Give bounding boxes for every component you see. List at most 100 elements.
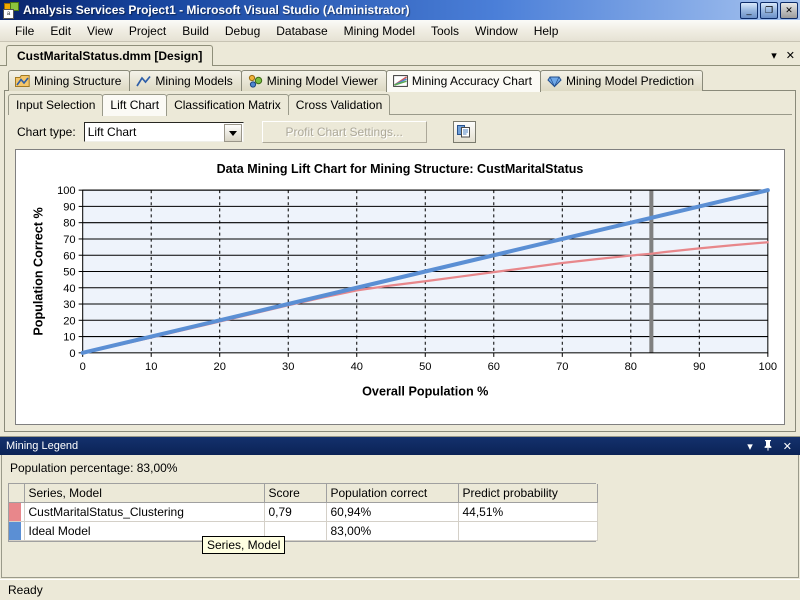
svg-text:80: 80 xyxy=(625,361,637,373)
tab-label: Mining Accuracy Chart xyxy=(411,74,532,88)
series-color-swatch xyxy=(9,521,25,541)
menu-item-project[interactable]: Project xyxy=(121,22,174,40)
subtab-cross-validation[interactable]: Cross Validation xyxy=(287,94,391,115)
mining-legend-pane: Mining Legend ▾ ✕ Population percentage:… xyxy=(0,436,800,579)
column-header-score[interactable]: Score xyxy=(264,484,327,503)
svg-text:60: 60 xyxy=(488,361,500,373)
mining-legend-controls: ▾ ✕ xyxy=(747,439,796,454)
tab-label: Mining Models xyxy=(155,74,233,88)
svg-text:Overall Population %: Overall Population % xyxy=(362,384,488,398)
copy-to-clipboard-button[interactable] xyxy=(452,121,476,143)
cell-series-model: CustMaritalStatus_Clustering xyxy=(24,502,265,522)
table-row[interactable]: CustMaritalStatus_Clustering 0,79 60,94%… xyxy=(9,502,598,522)
tab-label: Mining Structure xyxy=(34,74,122,88)
chart-toolbar: Chart type: Lift Chart Profit Chart Sett… xyxy=(5,115,795,149)
lift-chart-plot: 0 10 20 30 40 50 60 70 80 90 100 0 10 20 30 40 50 60 70 80 9… xyxy=(31,185,778,398)
svg-text:50: 50 xyxy=(63,267,75,279)
minimize-button[interactable]: _ xyxy=(740,1,758,19)
column-header-predict-probability[interactable]: Predict probability xyxy=(458,484,598,503)
cell-predict-probability xyxy=(458,521,598,541)
cell-population-correct: 83,00% xyxy=(326,521,459,541)
svg-text:60: 60 xyxy=(63,250,75,262)
svg-text:70: 70 xyxy=(556,361,568,373)
chart-type-label: Chart type: xyxy=(17,125,76,139)
menu-item-mining-model[interactable]: Mining Model xyxy=(336,22,423,40)
mining-legend-body: Population percentage: 83,00% Series, Mo… xyxy=(1,455,799,578)
tab-mining-models[interactable]: Mining Models xyxy=(129,70,242,91)
menu-item-debug[interactable]: Debug xyxy=(217,22,268,40)
tab-label: Mining Model Viewer xyxy=(266,74,378,88)
menu-item-edit[interactable]: Edit xyxy=(42,22,79,40)
restore-button[interactable]: ❐ xyxy=(760,1,778,19)
subtab-classification-matrix[interactable]: Classification Matrix xyxy=(166,94,289,115)
svg-text:70: 70 xyxy=(63,234,75,246)
column-tooltip: Series, Model xyxy=(202,536,286,554)
svg-text:20: 20 xyxy=(214,361,226,373)
window-buttons: _ ❐ ✕ xyxy=(740,1,798,19)
column-header-swatch xyxy=(9,484,25,503)
column-header-population-correct[interactable]: Population correct xyxy=(326,484,459,503)
svg-text:Population Correct %: Population Correct % xyxy=(31,207,45,335)
subtab-lift-chart[interactable]: Lift Chart xyxy=(102,94,168,116)
menu-item-view[interactable]: View xyxy=(79,22,121,40)
menu-item-window[interactable]: Window xyxy=(467,22,526,40)
tab-mining-model-prediction[interactable]: Mining Model Prediction xyxy=(539,70,704,91)
mining-structure-icon xyxy=(15,74,30,88)
menu-bar: File Edit View Project Build Debug Datab… xyxy=(0,20,800,42)
tab-mining-structure[interactable]: Mining Structure xyxy=(8,70,131,91)
menu-item-build[interactable]: Build xyxy=(174,22,217,40)
cell-predict-probability: 44,51% xyxy=(458,502,598,522)
mining-legend-header: Mining Legend ▾ ✕ xyxy=(0,437,800,455)
designer-tab-strip: Mining Structure Mining Models Mining Mo… xyxy=(0,66,800,92)
svg-text:10: 10 xyxy=(145,361,157,373)
menu-item-file[interactable]: File xyxy=(7,22,42,40)
accuracy-chart-panel: Input Selection Lift Chart Classificatio… xyxy=(4,91,796,432)
document-tab-custmaritalstatus[interactable]: CustMaritalStatus.dmm [Design] xyxy=(6,45,214,66)
chart-type-value: Lift Chart xyxy=(87,125,137,139)
status-bar: Ready xyxy=(0,579,800,600)
chart-type-select[interactable]: Lift Chart xyxy=(83,122,244,142)
tab-mining-accuracy-chart[interactable]: Mining Accuracy Chart xyxy=(385,70,541,92)
svg-text:10: 10 xyxy=(63,332,75,344)
chevron-down-icon[interactable] xyxy=(223,124,242,142)
tab-mining-model-viewer[interactable]: Mining Model Viewer xyxy=(240,70,387,91)
svg-text:30: 30 xyxy=(282,361,294,373)
document-close-icon[interactable]: ✕ xyxy=(786,51,795,62)
close-icon[interactable]: ✕ xyxy=(783,440,792,453)
mining-model-prediction-icon xyxy=(547,74,562,88)
mining-legend-grid: Series, Model Score Population correct P… xyxy=(8,483,598,542)
mining-models-icon xyxy=(136,74,152,88)
menu-item-tools[interactable]: Tools xyxy=(423,22,467,40)
menu-item-database[interactable]: Database xyxy=(268,22,335,40)
svg-text:0: 0 xyxy=(80,361,86,373)
menu-item-help[interactable]: Help xyxy=(526,22,567,40)
cell-score: 0,79 xyxy=(264,502,327,522)
mining-legend-title: Mining Legend xyxy=(6,440,79,452)
profit-chart-settings-button: Profit Chart Settings... xyxy=(261,121,427,143)
series-color-swatch xyxy=(9,502,25,522)
svg-text:30: 30 xyxy=(63,299,75,311)
svg-text:90: 90 xyxy=(63,201,75,213)
mining-accuracy-chart-icon xyxy=(393,74,408,88)
svg-text:100: 100 xyxy=(57,185,76,197)
lift-chart-container: Data Mining Lift Chart for Mining Struct… xyxy=(15,149,785,425)
table-row[interactable]: Ideal Model 83,00% xyxy=(9,521,598,541)
chevron-down-icon[interactable]: ▾ xyxy=(747,440,753,453)
svg-text:80: 80 xyxy=(63,218,75,230)
svg-text:20: 20 xyxy=(63,315,75,327)
column-header-series-model[interactable]: Series, Model xyxy=(24,484,265,503)
svg-text:100: 100 xyxy=(759,361,778,373)
mining-model-viewer-icon xyxy=(248,74,263,88)
accuracy-sub-tab-strip: Input Selection Lift Chart Classificatio… xyxy=(5,93,795,116)
visual-studio-window: a Analysis Services Project1 - Microsoft… xyxy=(0,0,800,600)
pin-icon[interactable] xyxy=(763,439,773,454)
document-tab-controls: ▾ ✕ xyxy=(771,51,795,62)
document-list-dropdown-icon[interactable]: ▾ xyxy=(771,51,777,62)
chart-title: Data Mining Lift Chart for Mining Struct… xyxy=(216,162,584,176)
close-button[interactable]: ✕ xyxy=(780,1,798,19)
subtab-input-selection[interactable]: Input Selection xyxy=(8,94,104,115)
copy-icon xyxy=(457,124,471,141)
title-bar: a Analysis Services Project1 - Microsoft… xyxy=(0,0,800,20)
svg-text:50: 50 xyxy=(419,361,431,373)
designer-area: Mining Structure Mining Models Mining Mo… xyxy=(0,66,800,432)
